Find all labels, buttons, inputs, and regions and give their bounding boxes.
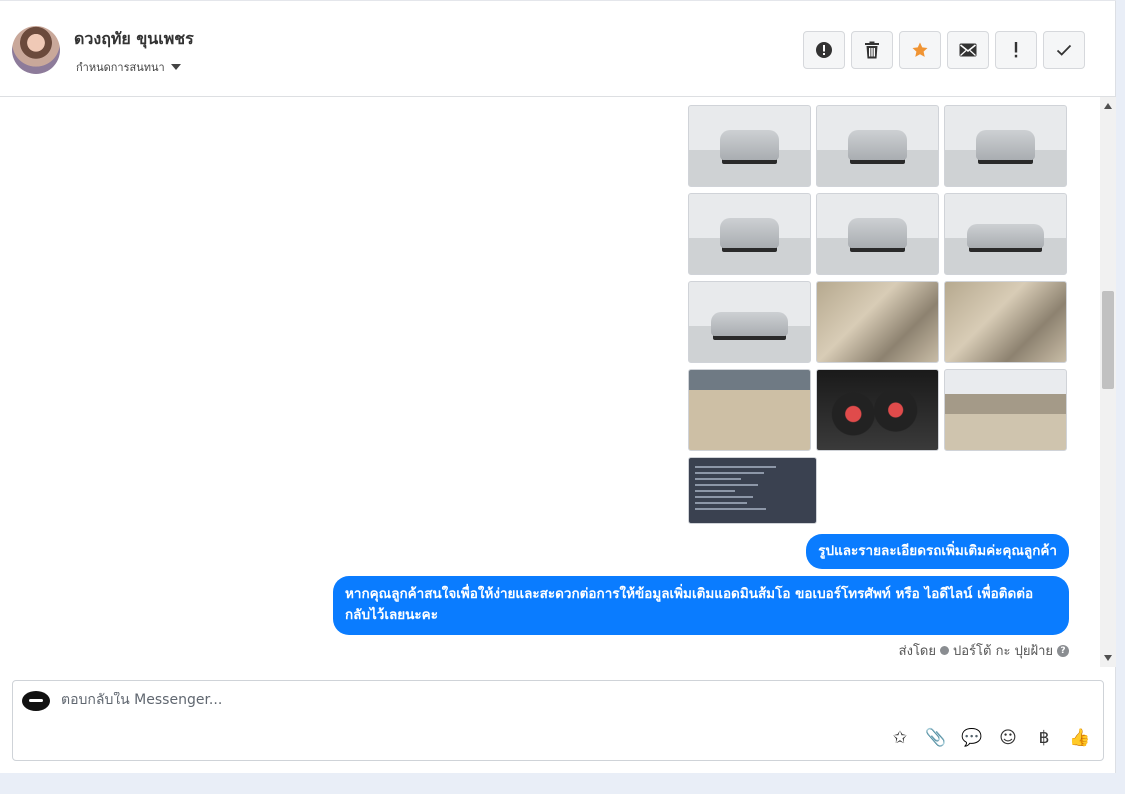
- conversation-settings-dropdown[interactable]: กำหนดการสนทนา: [76, 58, 181, 76]
- important-button[interactable]: [995, 31, 1037, 69]
- caret-down-icon: [170, 64, 181, 70]
- photo-gear-console[interactable]: [816, 281, 939, 363]
- message-list[interactable]: รูปและรายละเอียดรถเพิ่มเติมค่ะคุณลูกค้า …: [0, 97, 1100, 667]
- page-logo: [22, 691, 50, 711]
- photo-rear-seats[interactable]: [688, 369, 811, 451]
- chat-bubbles-icon[interactable]: 💬: [961, 727, 983, 749]
- scrollbar[interactable]: [1100, 97, 1116, 667]
- help-icon[interactable]: ?: [1057, 644, 1069, 657]
- sent-by-info: ส่งโดย ปอร์โต้ กะ ปุยฝ้าย ?: [899, 640, 1069, 661]
- check-icon: [1056, 44, 1072, 56]
- scroll-thumb[interactable]: [1102, 291, 1114, 389]
- header-actions: [803, 31, 1085, 69]
- emoji-icon[interactable]: ☺: [997, 727, 1019, 749]
- photo-rear[interactable]: [688, 193, 811, 275]
- reply-input[interactable]: [61, 692, 861, 708]
- conversation-header: ดวงฤทัย ขุนเพชร กำหนดการสนทนา: [0, 0, 1116, 97]
- message-bubble[interactable]: รูปและรายละเอียดรถเพิ่มเติมค่ะคุณลูกค้า: [806, 534, 1069, 569]
- attachment-icon[interactable]: 📎: [925, 727, 947, 749]
- star-button[interactable]: [899, 31, 941, 69]
- conversation-settings-label: กำหนดการสนทนา: [76, 61, 165, 74]
- scroll-down-arrow[interactable]: [1104, 655, 1112, 661]
- scroll-up-arrow[interactable]: [1104, 103, 1112, 109]
- sent-by-label: ส่งโดย: [898, 644, 936, 659]
- photo-dashboard[interactable]: [944, 369, 1067, 451]
- photo-spec-sheet[interactable]: [688, 457, 817, 524]
- photo-rear-side[interactable]: [816, 193, 939, 275]
- photo-front-angle[interactable]: [816, 105, 939, 187]
- alert-circle-icon: [816, 42, 832, 58]
- page-dot-icon: [940, 646, 949, 655]
- composer-tools: ✩ 📎 💬 ☺ ฿ 👍: [889, 727, 1091, 749]
- photo-side-left[interactable]: [688, 281, 811, 363]
- message-bubble[interactable]: หากคุณลูกค้าสนใจเพื่อให้ง่ายและสะดวกต่อก…: [333, 576, 1069, 635]
- photo-rear-angle[interactable]: [944, 105, 1067, 187]
- photo-gauges[interactable]: [816, 369, 939, 451]
- avatar[interactable]: [12, 26, 60, 74]
- done-button[interactable]: [1043, 31, 1085, 69]
- baht-payment-icon[interactable]: ฿: [1033, 727, 1055, 749]
- photo-side-right[interactable]: [944, 193, 1067, 275]
- delete-button[interactable]: [851, 31, 893, 69]
- photo-front-seats[interactable]: [944, 281, 1067, 363]
- reply-composer: ✩ 📎 💬 ☺ ฿ 👍: [12, 680, 1104, 761]
- like-icon[interactable]: 👍: [1069, 727, 1091, 749]
- sent-by-name: ปอร์โต้ กะ ปุยฝ้าย: [953, 644, 1053, 659]
- envelope-icon: [959, 43, 977, 57]
- mark-unread-button[interactable]: [947, 31, 989, 69]
- photo-front[interactable]: [688, 105, 811, 187]
- report-spam-button[interactable]: [803, 31, 845, 69]
- star-icon: [912, 42, 928, 57]
- saved-reply-icon[interactable]: ✩: [889, 727, 911, 749]
- contact-name[interactable]: ดวงฤทัย ขุนเพชร: [74, 27, 194, 52]
- trash-icon: [865, 41, 879, 59]
- exclamation-icon: [1014, 42, 1018, 58]
- conversation-panel: ดวงฤทัย ขุนเพชร กำหนดการสนทนา รูปและรายล…: [0, 0, 1116, 773]
